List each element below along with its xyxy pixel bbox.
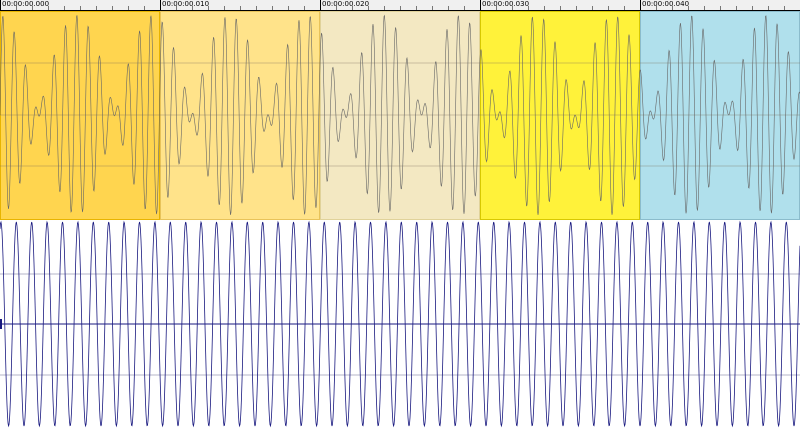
ruler-minor-tick bbox=[32, 6, 33, 10]
ruler-minor-tick bbox=[672, 6, 673, 10]
ruler-minor-tick bbox=[656, 6, 657, 10]
ruler-major-tick bbox=[480, 0, 481, 10]
ruler-minor-tick bbox=[144, 6, 145, 10]
ruler-minor-tick bbox=[720, 6, 721, 10]
ruler-minor-tick bbox=[240, 6, 241, 10]
ruler-label-0: 00:00:00.000 bbox=[2, 0, 50, 8]
ruler-minor-tick bbox=[176, 6, 177, 10]
ruler-label-2: 00:00:00.020 bbox=[322, 0, 370, 8]
ruler-minor-tick bbox=[768, 6, 769, 10]
audio-editor-view: 00:00:00.000 00:00:00.010 00:00:00.020 0… bbox=[0, 0, 800, 430]
ruler-minor-tick bbox=[752, 6, 753, 10]
ruler-minor-tick bbox=[64, 6, 65, 10]
ruler-major-tick bbox=[0, 0, 1, 10]
ruler-minor-tick bbox=[288, 6, 289, 10]
top-waveform-track[interactable] bbox=[0, 11, 800, 220]
ruler-minor-tick bbox=[80, 6, 81, 10]
ruler-minor-tick bbox=[384, 6, 385, 10]
ruler-minor-tick bbox=[608, 6, 609, 10]
ruler-minor-tick bbox=[256, 6, 257, 10]
ruler-minor-tick bbox=[304, 6, 305, 10]
ruler-minor-tick bbox=[624, 6, 625, 10]
ruler-minor-tick bbox=[224, 6, 225, 10]
ruler-minor-tick bbox=[704, 6, 705, 10]
ruler-minor-tick bbox=[416, 6, 417, 10]
ruler-minor-tick bbox=[48, 6, 49, 10]
ruler-minor-tick bbox=[128, 6, 129, 10]
ruler-minor-tick bbox=[336, 6, 337, 10]
ruler-minor-tick bbox=[688, 6, 689, 10]
ruler-label-4: 00:00:00.040 bbox=[642, 0, 690, 8]
ruler-major-tick bbox=[320, 0, 321, 10]
ruler-minor-tick bbox=[576, 6, 577, 10]
ruler-minor-tick bbox=[784, 6, 785, 10]
ruler-minor-tick bbox=[208, 6, 209, 10]
ruler-minor-tick bbox=[192, 6, 193, 10]
ruler-minor-tick bbox=[448, 6, 449, 10]
timeline-ruler[interactable]: 00:00:00.000 00:00:00.010 00:00:00.020 0… bbox=[0, 0, 800, 11]
ruler-minor-tick bbox=[112, 6, 113, 10]
bottom-waveform-canvas[interactable] bbox=[0, 220, 800, 430]
ruler-minor-tick bbox=[400, 6, 401, 10]
ruler-minor-tick bbox=[272, 6, 273, 10]
ruler-minor-tick bbox=[736, 6, 737, 10]
ruler-minor-tick bbox=[512, 6, 513, 10]
ruler-minor-tick bbox=[352, 6, 353, 10]
ruler-minor-tick bbox=[368, 6, 369, 10]
ruler-minor-tick bbox=[16, 6, 17, 10]
ruler-major-tick bbox=[640, 0, 641, 10]
ruler-minor-tick bbox=[96, 6, 97, 10]
ruler-minor-tick bbox=[560, 6, 561, 10]
ruler-major-tick bbox=[160, 0, 161, 10]
bottom-waveform-track[interactable] bbox=[0, 220, 800, 430]
ruler-minor-tick bbox=[496, 6, 497, 10]
ruler-minor-tick bbox=[592, 6, 593, 10]
ruler-minor-tick bbox=[464, 6, 465, 10]
ruler-minor-tick bbox=[544, 6, 545, 10]
ruler-label-3: 00:00:00.030 bbox=[482, 0, 530, 8]
playhead-marker[interactable] bbox=[0, 319, 2, 329]
ruler-minor-tick bbox=[528, 6, 529, 10]
ruler-minor-tick bbox=[432, 6, 433, 10]
top-waveform-canvas[interactable] bbox=[0, 11, 800, 220]
ruler-label-1: 00:00:00.010 bbox=[162, 0, 210, 8]
